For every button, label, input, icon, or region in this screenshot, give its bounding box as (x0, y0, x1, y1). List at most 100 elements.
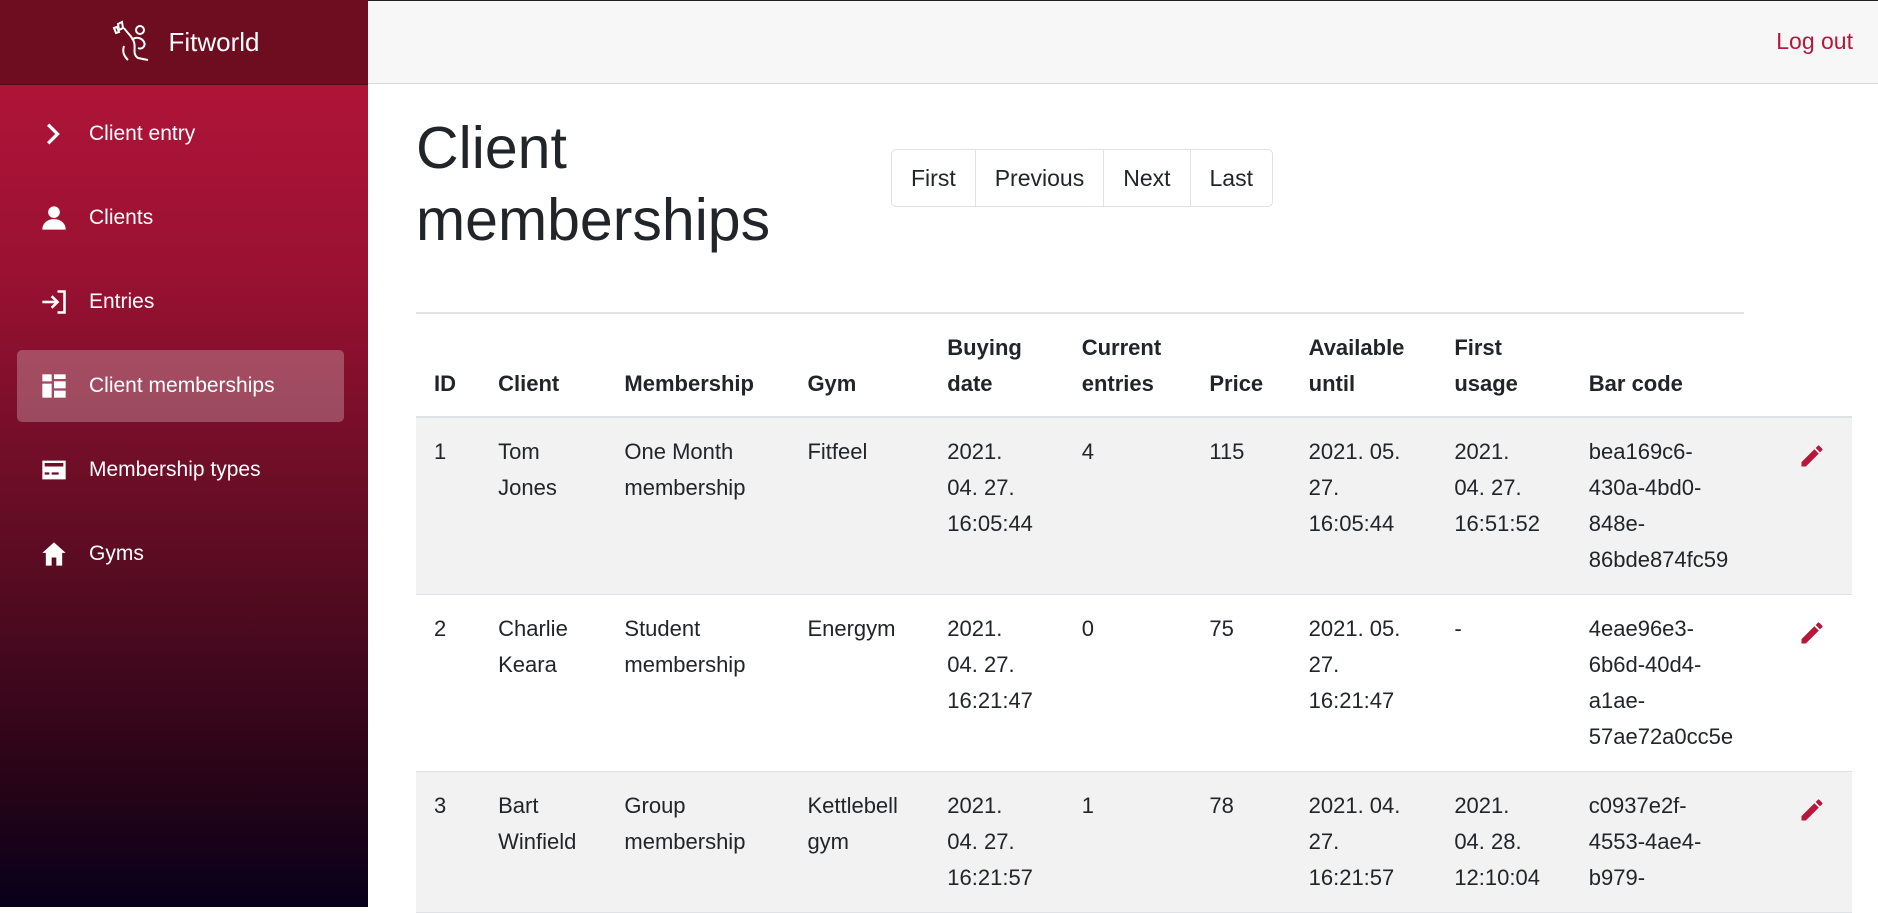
header-line: Available (1308, 335, 1405, 360)
page-title: Client memberships (416, 112, 836, 256)
header-line: First (1454, 335, 1502, 360)
cell-line: 4eae96e3- (1588, 616, 1694, 641)
cell-line: 27. (1308, 475, 1340, 500)
cell-first-usage: - (1436, 595, 1570, 772)
table-row: 3 Bart Winfield Group membership Kettlebell gy… (416, 771, 1852, 913)
cell-line: Keara (498, 652, 557, 677)
sidebar-item-membership-types[interactable]: Membership types (17, 434, 344, 506)
cell-current-entries: 1 (1081, 793, 1094, 818)
cell-actions (1770, 772, 1852, 913)
cell-line: 04. 28. (1454, 829, 1522, 854)
cell-line: membership (624, 829, 746, 854)
cell-actions (1770, 595, 1852, 772)
column-header-first-usage[interactable]: First usage (1436, 318, 1571, 418)
cell-bar-code: 4eae96e3- 6b6d-40d4- a1ae- 57ae72a0cc5e (1571, 595, 1770, 772)
sidebar-item-label: Entries (89, 290, 155, 313)
sidebar: Fitworld Client entry Clients Entries Cl… (0, 0, 368, 907)
fitness-logo-icon (113, 20, 149, 61)
cell-buying-date: 2021. 04. 27. 16:05:44 (929, 417, 1063, 595)
sidebar-item-entries[interactable]: Entries (17, 266, 344, 338)
cell-gym: Kettlebell gym (789, 772, 929, 913)
cell-line: 2021. (1454, 793, 1510, 818)
cell-price: 75 (1209, 616, 1234, 641)
cell-client: Bart Winfield (480, 772, 606, 913)
cell-line: 86bde874fc59 (1588, 547, 1729, 572)
cell-line: 2021. 05. (1308, 616, 1401, 641)
header-line: usage (1454, 371, 1518, 396)
cell-line: 4553-4ae4- (1588, 829, 1702, 854)
sidebar-item-gyms[interactable]: Gyms (17, 518, 344, 590)
cell-line: 12:10:04 (1454, 865, 1540, 890)
cell-buying-date: 2021. 04. 27. 16:21:57 (929, 772, 1063, 913)
divider (416, 312, 1744, 314)
column-header-actions (1770, 318, 1852, 418)
sidebar-item-clients[interactable]: Clients (17, 182, 344, 254)
cell-line: 04. 27. (947, 652, 1015, 677)
edit-pencil-icon[interactable] (1798, 442, 1826, 470)
cell-line: 16:05:44 (947, 511, 1033, 536)
cell-line: 848e- (1588, 511, 1646, 536)
cell-line: Fitfeel (807, 439, 868, 464)
home-icon (37, 537, 71, 571)
cell-id: 2 (434, 616, 447, 641)
cell-line: - (1454, 616, 1462, 641)
cell-line: Charlie (498, 616, 568, 641)
edit-pencil-icon[interactable] (1798, 796, 1826, 824)
cell-line: 27. (1308, 829, 1340, 854)
cell-current-entries: 0 (1081, 616, 1094, 641)
cell-membership: Student membership (606, 595, 789, 772)
brand[interactable]: Fitworld (0, 0, 368, 85)
header-line: date (947, 371, 993, 396)
person-icon (37, 201, 71, 235)
column-header-gym[interactable]: Gym (789, 318, 930, 418)
table-header-row: ID Client Membership Gym Buying date Curr… (416, 318, 1852, 418)
cell-line: Energym (807, 616, 896, 641)
edit-pencil-icon[interactable] (1798, 619, 1826, 647)
cell-line: Group (624, 793, 686, 818)
cell-line: 2021. 04. (1308, 793, 1401, 818)
next-page-button[interactable]: Next (1104, 150, 1191, 206)
cell-line: 2021. 05. (1308, 439, 1401, 464)
cell-line: 16:21:57 (947, 865, 1033, 890)
column-header-client[interactable]: Client (480, 318, 607, 418)
cell-line: Jones (498, 475, 557, 500)
cell-line: 6b6d-40d4- (1588, 652, 1702, 677)
cell-actions (1770, 417, 1852, 595)
cell-id: 1 (434, 439, 447, 464)
sidebar-item-client-memberships[interactable]: Client memberships (17, 350, 344, 422)
cell-first-usage: 2021. 04. 27. 16:51:52 (1436, 417, 1570, 595)
previous-page-button[interactable]: Previous (976, 150, 1105, 206)
column-header-id[interactable]: ID (416, 318, 481, 418)
cell-price: 78 (1209, 793, 1234, 818)
cell-line: One Month (624, 439, 734, 464)
column-header-bar-code[interactable]: Bar code (1570, 318, 1771, 418)
card-icon (37, 453, 71, 487)
cell-line: Winfield (498, 829, 577, 854)
sidebar-item-client-entry[interactable]: Client entry (17, 98, 344, 170)
cell-line: a1ae- (1588, 688, 1646, 713)
table-body: 1 Tom Jones One Month membership Fitfeel 2021.… (416, 417, 1852, 913)
dashboard-icon (37, 369, 71, 403)
last-page-button[interactable]: Last (1191, 150, 1272, 206)
column-header-membership[interactable]: Membership (606, 318, 790, 418)
cell-available-until: 2021. 05. 27. 16:05:44 (1291, 417, 1437, 595)
column-header-available-until[interactable]: Available until (1290, 318, 1437, 418)
column-header-current-entries[interactable]: Current entries (1063, 318, 1192, 418)
logout-link[interactable]: Log out (1776, 28, 1853, 55)
column-header-buying-date[interactable]: Buying date (929, 318, 1064, 418)
cell-line: 2021. (947, 439, 1003, 464)
cell-gym: Energym (789, 595, 929, 772)
cell-line: 16:21:47 (1308, 688, 1395, 713)
column-header-price[interactable]: Price (1191, 318, 1291, 418)
cell-current-entries: 4 (1081, 439, 1094, 464)
page-title-line: memberships (416, 187, 771, 253)
cell-buying-date: 2021. 04. 27. 16:21:47 (929, 595, 1063, 772)
first-page-button[interactable]: First (892, 150, 976, 206)
cell-line: Student (624, 616, 701, 641)
header-line: until (1308, 371, 1356, 396)
chevron-right-icon (37, 117, 71, 151)
cell-client: Charlie Keara (480, 595, 606, 772)
cell-line: 16:51:52 (1454, 511, 1540, 536)
cell-line: 16:21:47 (947, 688, 1033, 713)
cell-price: 115 (1209, 439, 1245, 464)
